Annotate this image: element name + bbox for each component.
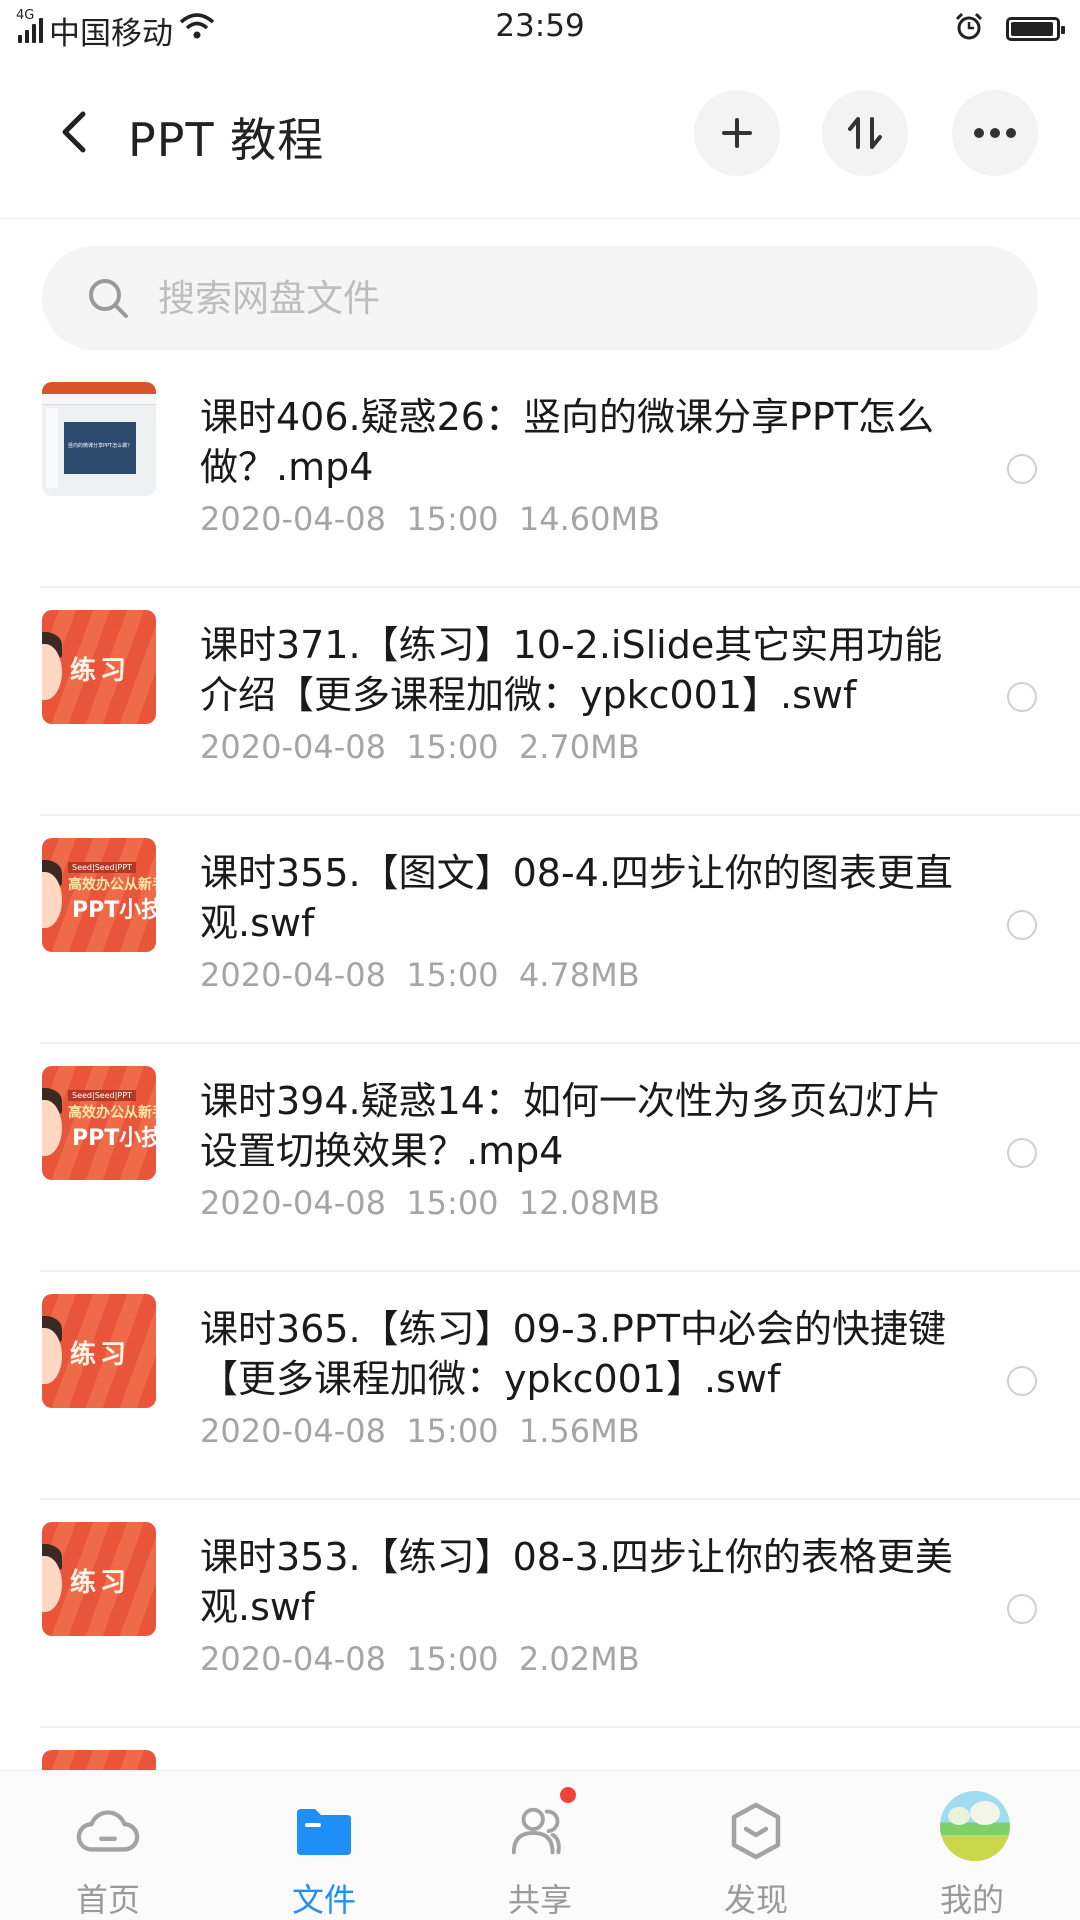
back-button[interactable] [44,102,104,162]
select-radio[interactable] [1007,910,1037,940]
file-time: 15:00 [406,1184,499,1222]
tab-label: 共享 [507,1881,572,1919]
screen: 4G 中国移动 23:59 PPT 教程 搜索网盘文件 竖向的微课分享PPT怎么… [0,0,1080,1920]
file-time: 15:00 [406,956,499,994]
file-thumbnail [42,1750,156,1770]
tab-mine[interactable]: 我的 [864,1771,1080,1920]
search-bar[interactable] [42,246,1038,350]
battery-level [1011,22,1053,36]
thumb-subtitle: 高效办公从新手到 [68,1105,156,1121]
file-date: 2020-04-08 [200,1640,386,1678]
file-item[interactable]: 练习 课时371.【练习】10-2.iSlide其它实用功能介绍【更多课程加微：… [0,588,1080,816]
thumb-text: 练习 [70,1568,131,1598]
file-time: 15:00 [406,1640,499,1678]
file-size: 2.02MB [518,1640,640,1678]
page-title: PPT 教程 [128,113,325,167]
back-icon [62,111,86,153]
search-input[interactable] [156,275,960,321]
status-right [954,12,1065,46]
tab-home[interactable]: 首页 [0,1771,216,1920]
tab-label: 我的 [939,1881,1004,1919]
share-people-icon [508,1799,572,1863]
tab-share[interactable]: 共享 [432,1771,648,1920]
file-item[interactable]: 练习 课时365.【练习】09-3.PPT中必会的快捷键【更多课程加微：ypkc… [0,1272,1080,1500]
file-name: 课时353.【练习】08-3.四步让你的表格更美观.swf [200,1535,953,1629]
sort-button[interactable] [822,90,908,176]
file-thumbnail: 竖向的微课分享PPT怎么做？ [42,382,156,496]
tab-label: 发现 [723,1881,788,1919]
clock: 23:59 [495,8,585,44]
select-radio[interactable] [1007,1366,1037,1396]
thumb-big-text: PPT小技 [72,1126,156,1151]
cloud-icon [76,1799,140,1863]
file-name: 课时365.【练习】09-3.PPT中必会的快捷键【更多课程加微：ypkc001… [200,1307,946,1401]
thumb-text: 练习 [70,656,131,686]
file-name: 课时371.【练习】10-2.iSlide其它实用功能介绍【更多课程加微：ypk… [200,623,943,717]
file-name: 课时406.疑惑26：竖向的微课分享PPT怎么做？.mp4 [200,395,935,489]
file-time: 15:00 [406,1412,499,1450]
folder-icon [292,1799,356,1863]
add-icon [722,118,752,148]
select-radio[interactable] [1007,1138,1037,1168]
file-item[interactable]: 竖向的微课分享PPT怎么做？ 课时406.疑惑26：竖向的微课分享PPT怎么做？… [0,360,1080,588]
file-item[interactable]: Seed|Seed|PPT 高效办公从新手到 PPT小技 课时394.疑惑14：… [0,1044,1080,1272]
thumb-slide-text: 竖向的微课分享PPT怎么做？ [68,443,133,449]
file-size: 14.60MB [518,500,661,538]
thumb-tag: Seed|Seed|PPT [68,1090,136,1101]
thumb-text: 练习 [70,1340,131,1370]
alarm-icon [954,12,984,46]
file-name: 课时355.【图文】08-4.四步让你的图表更直观.swf [200,851,953,945]
file-size: 4.78MB [518,956,640,994]
file-meta: 2020-04-08 15:00 2.70MB [200,728,640,766]
select-radio[interactable] [1007,454,1037,484]
notification-badge [560,1787,576,1803]
more-icon [974,128,1016,138]
file-size: 2.70MB [518,728,640,766]
select-radio[interactable] [1007,682,1037,712]
file-name: 课时394.疑惑14：如何一次性为多页幻灯片设置切换效果？.mp4 [200,1079,941,1173]
file-meta: 2020-04-08 15:00 12.08MB [200,1184,660,1222]
sort-icon [848,117,882,149]
tab-discover[interactable]: 发现 [648,1771,864,1920]
bottom-nav: 首页 文件 共享 发现 我的 [0,1770,1080,1920]
search-icon [86,276,130,320]
tab-label: 文件 [291,1881,356,1919]
file-item-partial[interactable] [0,1728,1080,1770]
thumb-subtitle: 高效办公从新手到 [68,877,156,893]
file-date: 2020-04-08 [200,500,386,538]
file-date: 2020-04-08 [200,956,386,994]
file-list: 竖向的微课分享PPT怎么做？ 课时406.疑惑26：竖向的微课分享PPT怎么做？… [0,360,1080,1770]
top-nav: PPT 教程 [0,62,1080,219]
file-thumbnail: Seed|Seed|PPT 高效办公从新手到 PPT小技 [42,838,156,952]
more-button[interactable] [952,90,1038,176]
file-date: 2020-04-08 [200,728,386,766]
avatar [940,1791,1010,1861]
file-time: 15:00 [406,500,499,538]
file-item[interactable]: 练习 课时353.【练习】08-3.四步让你的表格更美观.swf 2020-04… [0,1500,1080,1728]
file-item[interactable]: Seed|Seed|PPT 高效办公从新手到 PPT小技 课时355.【图文】0… [0,816,1080,1044]
file-date: 2020-04-08 [200,1412,386,1450]
file-size: 1.56MB [518,1412,640,1450]
file-thumbnail: 练习 [42,1294,156,1408]
file-time: 15:00 [406,728,499,766]
add-button[interactable] [694,90,780,176]
file-meta: 2020-04-08 15:00 4.78MB [200,956,640,994]
file-thumbnail: 练习 [42,1522,156,1636]
file-meta: 2020-04-08 15:00 14.60MB [200,500,660,538]
file-meta: 2020-04-08 15:00 2.02MB [200,1640,640,1678]
file-meta: 2020-04-08 15:00 1.56MB [200,1412,640,1450]
file-date: 2020-04-08 [200,1184,386,1222]
select-radio[interactable] [1007,1594,1037,1624]
thumb-tag: Seed|Seed|PPT [68,862,136,873]
discover-icon [724,1799,788,1863]
tab-label: 首页 [75,1881,140,1919]
status-bar: 4G 中国移动 23:59 [0,0,1080,62]
file-size: 12.08MB [518,1184,661,1222]
file-thumbnail: 练习 [42,610,156,724]
tab-files[interactable]: 文件 [216,1771,432,1920]
thumb-big-text: PPT小技 [72,898,156,923]
file-thumbnail: Seed|Seed|PPT 高效办公从新手到 PPT小技 [42,1066,156,1180]
battery-icon [1006,17,1065,41]
